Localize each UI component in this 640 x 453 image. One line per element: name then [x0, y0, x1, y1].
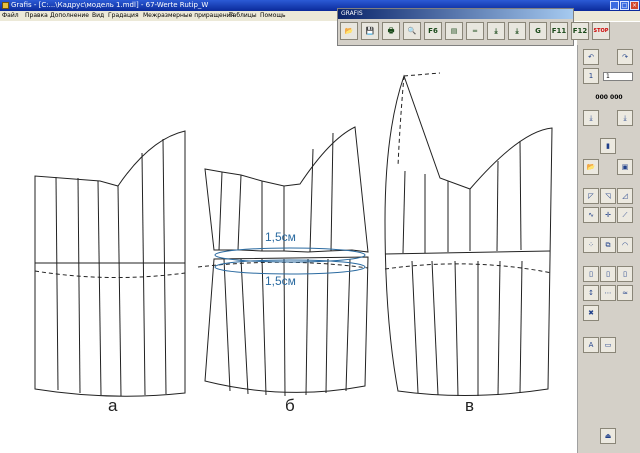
dots-icon[interactable]: ⋯: [600, 285, 616, 301]
toolbar-title: GRAFIS: [338, 9, 573, 19]
menu-size-increments[interactable]: Межразмерные приращения: [143, 11, 234, 21]
stop-icon: STOP: [593, 28, 609, 34]
close-button[interactable]: ×: [630, 1, 639, 10]
points-icon[interactable]: ⁘: [583, 237, 599, 253]
menu-edit[interactable]: Правка: [25, 11, 48, 21]
pattern-icon[interactable]: ▭: [600, 337, 616, 353]
shape-2-icon[interactable]: ◹: [600, 188, 616, 204]
line-icon[interactable]: ⟋: [617, 207, 633, 223]
delete-icon[interactable]: ✖: [583, 305, 599, 321]
copy-piece-icon[interactable]: ▣: [617, 159, 633, 175]
stack-down-icon[interactable]: ⤓: [617, 110, 633, 126]
exit-icon[interactable]: ⏏: [600, 428, 616, 444]
annotation-bottom: 1,5см: [265, 274, 296, 288]
app-icon: [2, 2, 9, 9]
menu-view[interactable]: Вид: [92, 11, 104, 21]
text-icon[interactable]: A: [583, 337, 599, 353]
annotation-marks: [214, 247, 366, 275]
window-title: Grafis - [C:...\Кадрус\модель 1.mdl] - 6…: [11, 1, 209, 9]
annotation-top: 1,5см: [265, 230, 296, 244]
curve-icon[interactable]: ∿: [583, 207, 599, 223]
step-input[interactable]: 1: [603, 72, 633, 81]
piece-icon[interactable]: ▮: [600, 138, 616, 154]
arc-icon[interactable]: ◠: [617, 237, 633, 253]
arrow-down-icon[interactable]: ⤓: [583, 110, 599, 126]
menu-grading[interactable]: Градация: [108, 11, 139, 21]
menu-tables[interactable]: Таблицы: [229, 11, 257, 21]
stop-button[interactable]: STOP: [592, 22, 610, 40]
minimize-button[interactable]: _: [610, 1, 619, 10]
dim-icon[interactable]: ↕: [583, 285, 599, 301]
label-a: а: [108, 396, 118, 415]
folder-edit-icon[interactable]: 📂: [583, 159, 599, 175]
piece-a-icon[interactable]: ▯: [583, 266, 599, 282]
menu-file[interactable]: Файл: [2, 11, 19, 21]
label-v: в: [465, 396, 475, 415]
step-icon[interactable]: 1: [583, 68, 599, 84]
menu-addition[interactable]: Дополнение: [50, 11, 89, 21]
maximize-button[interactable]: □: [620, 1, 629, 10]
intersect-icon[interactable]: ✛: [600, 207, 616, 223]
pattern-a: [34, 130, 186, 397]
menu-help[interactable]: Помощь: [260, 11, 286, 21]
shape-3-icon[interactable]: ◿: [617, 188, 633, 204]
undo-icon[interactable]: ↶: [583, 49, 599, 65]
shape-1-icon[interactable]: ◸: [583, 188, 599, 204]
wave-icon[interactable]: ≈: [617, 285, 633, 301]
coordinate-readout: 000 000: [595, 94, 623, 101]
piece-c-icon[interactable]: ▯: [617, 266, 633, 282]
shapes-icon[interactable]: ⧉: [600, 237, 616, 253]
redo-icon[interactable]: ↷: [617, 49, 633, 65]
label-b: б: [285, 396, 295, 415]
pattern-v: [384, 72, 553, 397]
piece-b-icon[interactable]: ▯: [600, 266, 616, 282]
